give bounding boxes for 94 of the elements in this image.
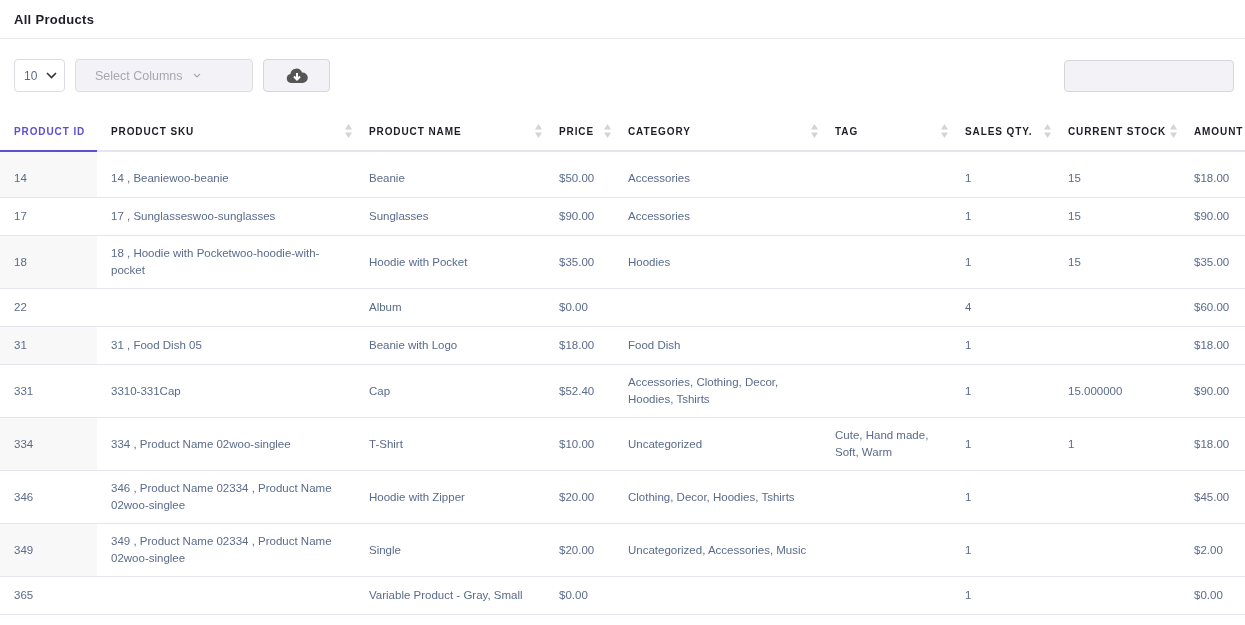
table-cell: 331 — [0, 364, 97, 418]
table-cell: 1 — [951, 364, 1054, 418]
table-cell: 14 , Beaniewoo-beanie — [97, 151, 355, 198]
table-cell: 1 — [951, 470, 1054, 524]
download-button[interactable] — [263, 59, 330, 92]
table-cell: 14 — [0, 151, 97, 198]
sort-icon — [1044, 124, 1051, 138]
chevron-down-icon — [192, 73, 201, 78]
table-cell: Accessories — [614, 197, 821, 236]
cloud-download-icon — [285, 67, 308, 84]
column-header[interactable]: PRODUCT NAME — [355, 112, 545, 151]
table-cell: Food Dish — [614, 326, 821, 365]
table-cell: 349 — [0, 523, 97, 577]
table-cell: 1 — [951, 197, 1054, 236]
table-cell: 346 , Product Name 02334 , Product Name 02woo-singlee — [97, 470, 355, 524]
table-cell: 346 — [0, 470, 97, 524]
table-cell: T-Shirt — [355, 417, 545, 471]
table-cell: 1 — [951, 576, 1054, 615]
sort-icon — [811, 124, 818, 138]
table-cell: Hoodie with Pocket — [355, 235, 545, 289]
table-cell: $35.00 — [1180, 235, 1245, 289]
table-cell: 334 — [0, 417, 97, 471]
column-header[interactable]: CURRENT STOCK — [1054, 112, 1180, 151]
table-cell: 17 — [0, 197, 97, 236]
table-cell: $45.00 — [1180, 470, 1245, 524]
table-cell: $10.00 — [545, 417, 614, 471]
table-cell: 31 — [0, 326, 97, 365]
table-cell: $60.00 — [1180, 288, 1245, 327]
table-cell: 1 — [951, 523, 1054, 577]
sort-icon — [604, 124, 611, 138]
table-cell: $0.00 — [1180, 576, 1245, 615]
table-cell: $50.00 — [545, 151, 614, 198]
table-cell: 1 — [951, 235, 1054, 289]
sort-icon — [1170, 124, 1177, 138]
page-size-select[interactable]: 10 — [14, 59, 65, 92]
table-cell: 4 — [951, 288, 1054, 327]
table-cell: 18 , Hoodie with Pocketwoo-hoodie-with-pocket — [97, 235, 355, 289]
table-cell: 1 — [1054, 417, 1180, 471]
table-cell: $20.00 — [545, 523, 614, 577]
table-cell: 3310-331Cap — [97, 364, 355, 418]
table-cell: 15 — [1054, 197, 1180, 236]
table-cell: Variable Product - Gray, Small — [355, 576, 545, 615]
table-cell: Cap — [355, 364, 545, 418]
table-cell: Hoodie with Zipper — [355, 470, 545, 524]
sort-icon — [941, 124, 948, 138]
table-cell: $18.00 — [545, 326, 614, 365]
table-cell: 1 — [951, 326, 1054, 365]
table-cell: Hoodies — [614, 235, 821, 289]
table-cell: $90.00 — [1180, 197, 1245, 236]
table-cell: $90.00 — [1180, 364, 1245, 418]
table-cell: 22 — [0, 288, 97, 327]
column-header[interactable]: TAG — [821, 112, 951, 151]
chevron-down-icon — [46, 72, 57, 79]
table-cell: $90.00 — [545, 197, 614, 236]
table-cell: 334 , Product Name 02woo-singlee — [97, 417, 355, 471]
table-cell: Sunglasses — [355, 197, 545, 236]
table-cell: Uncategorized — [614, 417, 821, 471]
table-cell: $18.00 — [1180, 326, 1245, 365]
table-cell: 1 — [951, 151, 1054, 198]
table-cell: 15.000000 — [1054, 364, 1180, 418]
table-cell: $52.40 — [545, 364, 614, 418]
sort-icon — [535, 124, 542, 138]
table-cell: $35.00 — [545, 235, 614, 289]
table-cell: 1 — [951, 417, 1054, 471]
table-cell: Beanie — [355, 151, 545, 198]
table-cell: $2.00 — [1180, 523, 1245, 577]
table-cell: Accessories — [614, 151, 821, 198]
column-header[interactable]: PRODUCT SKU — [97, 112, 355, 151]
table-cell: 18 — [0, 235, 97, 289]
table-cell: 349 , Product Name 02334 , Product Name 02woo-singlee — [97, 523, 355, 577]
table-cell: Clothing, Decor, Hoodies, Tshirts — [614, 470, 821, 524]
table-cell: 15 — [1054, 235, 1180, 289]
table-cell: 365 — [0, 576, 97, 615]
table-cell: Single — [355, 523, 545, 577]
table-cell: Cute, Hand made, Soft, Warm — [821, 417, 951, 471]
table-cell: Uncategorized, Accessories, Music — [614, 523, 821, 577]
table-cell: $20.00 — [545, 470, 614, 524]
table-cell: $0.00 — [545, 288, 614, 327]
column-header[interactable]: PRICE — [545, 112, 614, 151]
column-header[interactable]: SALES QTY. — [951, 112, 1054, 151]
sort-icon — [345, 124, 352, 138]
search-field[interactable] — [1064, 59, 1234, 92]
table-cell: $18.00 — [1180, 417, 1245, 471]
table-cell: 15 — [1054, 151, 1180, 198]
table-cell: 17 , Sunglasseswoo-sunglasses — [97, 197, 355, 236]
column-header[interactable]: AMOUNT — [1180, 112, 1245, 151]
table-cell: 31 , Food Dish 05 — [97, 326, 355, 365]
table-cell: Accessories, Clothing, Decor, Hoodies, Tshirts — [614, 364, 821, 418]
page-title: All Products — [14, 12, 96, 27]
table-cell: $18.00 — [1180, 151, 1245, 198]
column-header[interactable]: CATEGORY — [614, 112, 821, 151]
table-cell: Album — [355, 288, 545, 327]
table-cell: $0.00 — [545, 576, 614, 615]
table-cell: Beanie with Logo — [355, 326, 545, 365]
